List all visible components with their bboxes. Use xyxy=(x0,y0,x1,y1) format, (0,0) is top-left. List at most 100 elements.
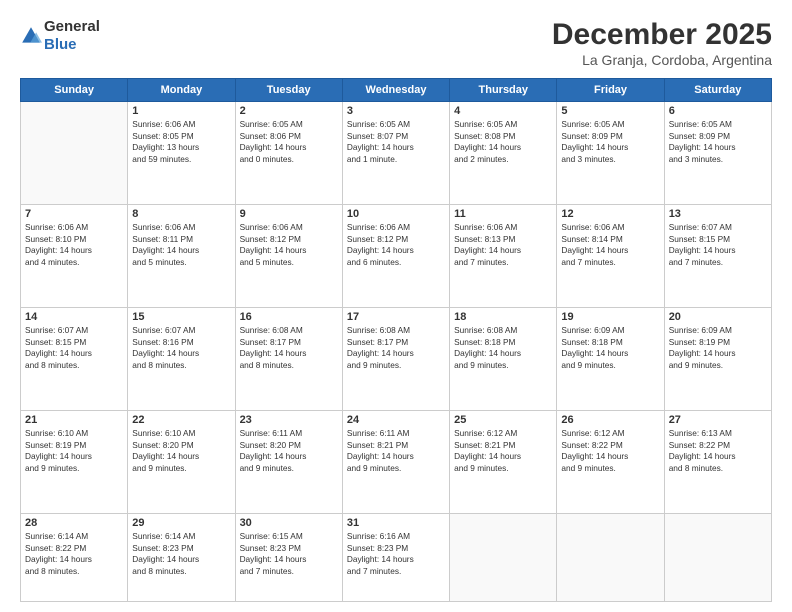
daylight-text-1: Daylight: 14 hours xyxy=(669,245,767,257)
day-number: 24 xyxy=(347,414,445,426)
daylight-text-2: and 9 minutes. xyxy=(669,360,767,372)
daylight-text-2: and 8 minutes. xyxy=(132,566,230,578)
day-number: 17 xyxy=(347,311,445,323)
daylight-text-1: Daylight: 14 hours xyxy=(240,142,338,154)
calendar-cell: 8Sunrise: 6:06 AMSunset: 8:11 PMDaylight… xyxy=(128,205,235,308)
header: General Blue December 2025 La Granja, Co… xyxy=(20,18,772,68)
sunset-text: Sunset: 8:07 PM xyxy=(347,131,445,143)
day-number: 23 xyxy=(240,414,338,426)
calendar-day-header: Saturday xyxy=(664,79,771,102)
logo-icon xyxy=(20,25,42,47)
daylight-text-1: Daylight: 14 hours xyxy=(561,451,659,463)
daylight-text-2: and 9 minutes. xyxy=(347,463,445,475)
day-number: 22 xyxy=(132,414,230,426)
day-number: 26 xyxy=(561,414,659,426)
calendar-week-row: 28Sunrise: 6:14 AMSunset: 8:22 PMDayligh… xyxy=(21,514,772,602)
calendar-day-header: Monday xyxy=(128,79,235,102)
daylight-text-2: and 8 minutes. xyxy=(25,360,123,372)
day-number: 25 xyxy=(454,414,552,426)
day-number: 27 xyxy=(669,414,767,426)
calendar-cell: 28Sunrise: 6:14 AMSunset: 8:22 PMDayligh… xyxy=(21,514,128,602)
calendar-day-header: Sunday xyxy=(21,79,128,102)
day-number: 19 xyxy=(561,311,659,323)
day-number: 9 xyxy=(240,208,338,220)
day-number: 2 xyxy=(240,105,338,117)
calendar-cell: 15Sunrise: 6:07 AMSunset: 8:16 PMDayligh… xyxy=(128,308,235,411)
sunrise-text: Sunrise: 6:07 AM xyxy=(25,325,123,337)
daylight-text-2: and 9 minutes. xyxy=(454,463,552,475)
daylight-text-1: Daylight: 14 hours xyxy=(454,348,552,360)
sunset-text: Sunset: 8:20 PM xyxy=(132,440,230,452)
daylight-text-2: and 0 minutes. xyxy=(240,154,338,166)
day-number: 29 xyxy=(132,517,230,529)
calendar-day-header: Tuesday xyxy=(235,79,342,102)
calendar-cell: 26Sunrise: 6:12 AMSunset: 8:22 PMDayligh… xyxy=(557,411,664,514)
sunset-text: Sunset: 8:05 PM xyxy=(132,131,230,143)
day-number: 31 xyxy=(347,517,445,529)
daylight-text-1: Daylight: 14 hours xyxy=(240,451,338,463)
sunset-text: Sunset: 8:18 PM xyxy=(561,337,659,349)
daylight-text-2: and 8 minutes. xyxy=(25,566,123,578)
daylight-text-1: Daylight: 14 hours xyxy=(669,451,767,463)
day-number: 5 xyxy=(561,105,659,117)
daylight-text-2: and 1 minute. xyxy=(347,154,445,166)
sunset-text: Sunset: 8:13 PM xyxy=(454,234,552,246)
calendar-cell: 16Sunrise: 6:08 AMSunset: 8:17 PMDayligh… xyxy=(235,308,342,411)
calendar-cell: 25Sunrise: 6:12 AMSunset: 8:21 PMDayligh… xyxy=(450,411,557,514)
day-number: 28 xyxy=(25,517,123,529)
day-number: 21 xyxy=(25,414,123,426)
calendar-day-header: Friday xyxy=(557,79,664,102)
calendar-cell: 13Sunrise: 6:07 AMSunset: 8:15 PMDayligh… xyxy=(664,205,771,308)
sunset-text: Sunset: 8:12 PM xyxy=(347,234,445,246)
sunset-text: Sunset: 8:15 PM xyxy=(25,337,123,349)
sunrise-text: Sunrise: 6:05 AM xyxy=(454,119,552,131)
sunrise-text: Sunrise: 6:08 AM xyxy=(347,325,445,337)
daylight-text-1: Daylight: 14 hours xyxy=(132,451,230,463)
sunset-text: Sunset: 8:18 PM xyxy=(454,337,552,349)
daylight-text-1: Daylight: 14 hours xyxy=(669,142,767,154)
daylight-text-1: Daylight: 14 hours xyxy=(132,245,230,257)
calendar-cell: 21Sunrise: 6:10 AMSunset: 8:19 PMDayligh… xyxy=(21,411,128,514)
day-number: 10 xyxy=(347,208,445,220)
sunrise-text: Sunrise: 6:08 AM xyxy=(454,325,552,337)
day-number: 4 xyxy=(454,105,552,117)
sunset-text: Sunset: 8:10 PM xyxy=(25,234,123,246)
calendar-week-row: 7Sunrise: 6:06 AMSunset: 8:10 PMDaylight… xyxy=(21,205,772,308)
day-number: 11 xyxy=(454,208,552,220)
calendar-week-row: 14Sunrise: 6:07 AMSunset: 8:15 PMDayligh… xyxy=(21,308,772,411)
daylight-text-2: and 9 minutes. xyxy=(240,463,338,475)
daylight-text-1: Daylight: 14 hours xyxy=(669,348,767,360)
daylight-text-2: and 9 minutes. xyxy=(454,360,552,372)
sunrise-text: Sunrise: 6:05 AM xyxy=(669,119,767,131)
daylight-text-2: and 2 minutes. xyxy=(454,154,552,166)
calendar-cell: 5Sunrise: 6:05 AMSunset: 8:09 PMDaylight… xyxy=(557,102,664,205)
calendar-cell: 14Sunrise: 6:07 AMSunset: 8:15 PMDayligh… xyxy=(21,308,128,411)
daylight-text-2: and 8 minutes. xyxy=(132,360,230,372)
sunset-text: Sunset: 8:23 PM xyxy=(347,543,445,555)
calendar-cell: 29Sunrise: 6:14 AMSunset: 8:23 PMDayligh… xyxy=(128,514,235,602)
calendar-cell: 17Sunrise: 6:08 AMSunset: 8:17 PMDayligh… xyxy=(342,308,449,411)
day-number: 30 xyxy=(240,517,338,529)
location-title: La Granja, Cordoba, Argentina xyxy=(552,52,772,68)
daylight-text-2: and 9 minutes. xyxy=(25,463,123,475)
daylight-text-2: and 4 minutes. xyxy=(25,257,123,269)
day-number: 6 xyxy=(669,105,767,117)
sunset-text: Sunset: 8:17 PM xyxy=(240,337,338,349)
calendar-cell: 12Sunrise: 6:06 AMSunset: 8:14 PMDayligh… xyxy=(557,205,664,308)
calendar-cell: 10Sunrise: 6:06 AMSunset: 8:12 PMDayligh… xyxy=(342,205,449,308)
sunset-text: Sunset: 8:14 PM xyxy=(561,234,659,246)
sunrise-text: Sunrise: 6:11 AM xyxy=(347,428,445,440)
daylight-text-1: Daylight: 14 hours xyxy=(25,451,123,463)
sunrise-text: Sunrise: 6:05 AM xyxy=(240,119,338,131)
calendar-cell: 9Sunrise: 6:06 AMSunset: 8:12 PMDaylight… xyxy=(235,205,342,308)
sunset-text: Sunset: 8:15 PM xyxy=(669,234,767,246)
daylight-text-2: and 3 minutes. xyxy=(669,154,767,166)
calendar-day-header: Wednesday xyxy=(342,79,449,102)
daylight-text-1: Daylight: 13 hours xyxy=(132,142,230,154)
sunset-text: Sunset: 8:06 PM xyxy=(240,131,338,143)
daylight-text-1: Daylight: 14 hours xyxy=(454,245,552,257)
daylight-text-2: and 9 minutes. xyxy=(132,463,230,475)
sunset-text: Sunset: 8:11 PM xyxy=(132,234,230,246)
daylight-text-2: and 7 minutes. xyxy=(669,257,767,269)
day-number: 16 xyxy=(240,311,338,323)
